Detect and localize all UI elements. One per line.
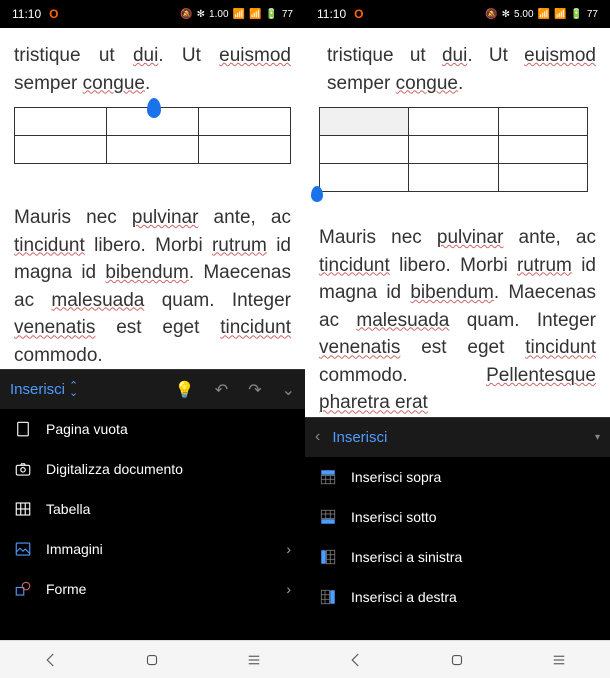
doc-paragraph-2[interactable]: Mauris nec pulvinar ante, ac tincidunt l… [14, 204, 291, 369]
nav-bar [0, 640, 305, 678]
nav-back-icon[interactable] [42, 651, 60, 669]
table-insert-menu: Inserisci sopra Inserisci sotto Inserisc… [305, 457, 610, 640]
toolbar-tab-insert[interactable]: Inserisci ⌃⌄ [10, 381, 78, 398]
doc-table[interactable] [319, 107, 588, 192]
image-icon [14, 540, 32, 558]
hint-icon[interactable]: 💡 [175, 380, 195, 400]
menu-insert-above[interactable]: Inserisci sopra [305, 457, 610, 497]
menu-insert-left[interactable]: Inserisci a sinistra [305, 537, 610, 577]
nav-back-icon[interactable] [347, 651, 365, 669]
toolbar: ‹ Inserisci ▾ [305, 417, 610, 457]
nav-recent-icon[interactable] [550, 651, 568, 669]
document-body[interactable]: Mauris nec pulvinar ante, ac tincidunt l… [0, 172, 305, 369]
table-icon [14, 500, 32, 518]
nav-home-icon[interactable] [448, 651, 466, 669]
menu-insert-below[interactable]: Inserisci sotto [305, 497, 610, 537]
status-time: 11:10 [317, 7, 346, 21]
doc-paragraph-2[interactable]: Mauris nec pulvinar ante, ac tincidunt l… [319, 224, 596, 417]
nav-home-icon[interactable] [143, 651, 161, 669]
status-badge: O [49, 7, 58, 21]
insert-col-right-icon [319, 588, 337, 606]
collapse-icon[interactable]: ⌄ [282, 380, 295, 400]
document-body[interactable]: Mauris nec pulvinar ante, ac tincidunt l… [305, 200, 610, 417]
toolbar: Inserisci ⌃⌄ 💡 ↶ ↷ ⌄ [0, 369, 305, 409]
menu-insert-right[interactable]: Inserisci a destra [305, 577, 610, 617]
shapes-icon [14, 580, 32, 598]
camera-icon [14, 460, 32, 478]
document-area[interactable]: tristique ut dui. Ut euismod semper cong… [0, 28, 305, 172]
toolbar-tab-insert[interactable]: Inserisci [332, 429, 387, 446]
status-icons: 🔕✻5.00📶📶🔋77 [485, 9, 598, 20]
status-bar: 11:10 O 🔕✻5.00📶📶🔋77 [305, 0, 610, 28]
nav-bar [305, 640, 610, 678]
menu-scan-document[interactable]: Digitalizza documento [0, 449, 305, 489]
undo-icon[interactable]: ↶ [215, 380, 228, 400]
menu-blank-page[interactable]: Pagina vuota [0, 409, 305, 449]
collapse-icon[interactable]: ▾ [595, 432, 600, 443]
insert-row-below-icon [319, 508, 337, 526]
menu-shapes[interactable]: Forme › [0, 569, 305, 609]
insert-row-above-icon [319, 468, 337, 486]
status-time: 11:10 [12, 7, 41, 21]
insert-col-left-icon [319, 548, 337, 566]
doc-paragraph-1[interactable]: tristique ut dui. Ut euismod semper cong… [14, 42, 291, 97]
menu-table[interactable]: Tabella [0, 489, 305, 529]
phone-right: 11:10 O 🔕✻5.00📶📶🔋77 tristique ut dui. Ut… [305, 0, 610, 678]
page-icon [14, 420, 32, 438]
menu-images[interactable]: Immagini › [0, 529, 305, 569]
chevron-right-icon: › [286, 581, 291, 597]
insert-menu: Pagina vuota Digitalizza documento Tabel… [0, 409, 305, 640]
doc-paragraph-1[interactable]: tristique ut dui. Ut euismod semper cong… [327, 42, 596, 97]
document-area[interactable]: tristique ut dui. Ut euismod semper cong… [305, 28, 610, 200]
redo-icon[interactable]: ↷ [248, 380, 261, 400]
status-icons: 🔕✻1.00📶📶🔋77 [180, 9, 293, 20]
status-badge: O [354, 7, 363, 21]
phone-left: 11:10 O 🔕✻1.00📶📶🔋77 tristique ut dui. Ut… [0, 0, 305, 678]
nav-recent-icon[interactable] [245, 651, 263, 669]
chevron-right-icon: › [286, 541, 291, 557]
back-icon[interactable]: ‹ [315, 428, 320, 446]
chevron-updown-icon: ⌃⌄ [69, 383, 78, 396]
cursor-handle-icon[interactable] [311, 186, 323, 202]
cursor-handle-icon[interactable] [147, 98, 161, 118]
status-bar: 11:10 O 🔕✻1.00📶📶🔋77 [0, 0, 305, 28]
